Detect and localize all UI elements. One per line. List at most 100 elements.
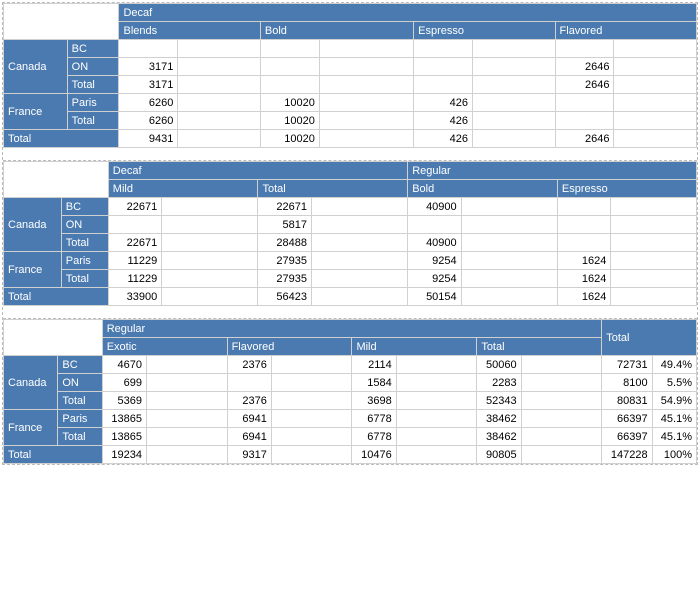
- row-on: ON: [67, 58, 119, 76]
- col-regular: Regular: [408, 162, 697, 180]
- cell: 1624: [557, 270, 610, 288]
- row-grand-total: Total: [4, 288, 109, 306]
- cell: 3698: [352, 392, 396, 410]
- row-total: Total: [67, 76, 119, 94]
- cell: 2114: [352, 356, 396, 374]
- col-flavored: Flavored: [227, 338, 352, 356]
- cell: [557, 216, 610, 234]
- cell: 52343: [477, 392, 521, 410]
- row-on: ON: [58, 374, 102, 392]
- cell: 10020: [260, 94, 319, 112]
- cell: 2646: [555, 130, 614, 148]
- cell: 6260: [119, 112, 178, 130]
- row-france: France: [4, 252, 62, 288]
- col-mild: Mild: [108, 180, 258, 198]
- row-canada: Canada: [4, 198, 62, 252]
- cell: 19234: [102, 446, 146, 464]
- cell: 90805: [477, 446, 521, 464]
- cell: 38462: [477, 410, 521, 428]
- cell: 1624: [557, 252, 610, 270]
- cell: [119, 40, 178, 58]
- cell: [408, 216, 461, 234]
- col-mild: Mild: [352, 338, 477, 356]
- cell: 72731: [602, 356, 652, 374]
- crosstab-2: Decaf Regular Mild Total Bold Espresso C…: [3, 161, 697, 306]
- cell: [555, 40, 614, 58]
- cell: [414, 76, 473, 94]
- cell: [555, 94, 614, 112]
- cell: [108, 216, 161, 234]
- cell: 45.1%: [652, 428, 696, 446]
- cell: 4670: [102, 356, 146, 374]
- cell: 8100: [602, 374, 652, 392]
- row-paris: Paris: [61, 252, 108, 270]
- col-decaf: Decaf: [119, 4, 697, 22]
- cell: [414, 58, 473, 76]
- cell: [260, 76, 319, 94]
- cell: 3171: [119, 58, 178, 76]
- col-espresso: Espresso: [414, 22, 555, 40]
- col-flavored: Flavored: [555, 22, 696, 40]
- row-canada: Canada: [4, 40, 68, 94]
- cell: 11229: [108, 252, 161, 270]
- cell: 6941: [227, 410, 271, 428]
- cell: 66397: [602, 410, 652, 428]
- cell: 28488: [258, 234, 311, 252]
- row-total: Total: [58, 428, 102, 446]
- cell: [260, 58, 319, 76]
- col-total: Total: [477, 338, 602, 356]
- row-bc: BC: [67, 40, 119, 58]
- cell: 3171: [119, 76, 178, 94]
- row-paris: Paris: [67, 94, 119, 112]
- cell: [260, 40, 319, 58]
- row-paris: Paris: [58, 410, 102, 428]
- row-total: Total: [67, 112, 119, 130]
- cell: 5369: [102, 392, 146, 410]
- cell: 5.5%: [652, 374, 696, 392]
- crosstab-1: Decaf Blends Bold Espresso Flavored Cana…: [3, 3, 697, 148]
- cell: [557, 198, 610, 216]
- row-on: ON: [61, 216, 108, 234]
- cell: 50154: [408, 288, 461, 306]
- cell: 49.4%: [652, 356, 696, 374]
- cell: 2646: [555, 58, 614, 76]
- cell: 426: [414, 112, 473, 130]
- col-espresso: Espresso: [557, 180, 696, 198]
- col-total: Total: [602, 320, 697, 356]
- cell: 22671: [108, 198, 161, 216]
- cell: 66397: [602, 428, 652, 446]
- cell: 6778: [352, 410, 396, 428]
- col-decaf: Decaf: [108, 162, 407, 180]
- cell: 45.1%: [652, 410, 696, 428]
- cell: 33900: [108, 288, 161, 306]
- cell: 9254: [408, 252, 461, 270]
- cell: 6260: [119, 94, 178, 112]
- col-regular: Regular: [102, 320, 602, 338]
- cell: 9431: [119, 130, 178, 148]
- col-total: Total: [258, 180, 408, 198]
- row-total: Total: [61, 270, 108, 288]
- cell: 80831: [602, 392, 652, 410]
- row-france: France: [4, 410, 58, 446]
- row-bc: BC: [58, 356, 102, 374]
- cell: 2376: [227, 356, 271, 374]
- cell: 9317: [227, 446, 271, 464]
- row-canada: Canada: [4, 356, 58, 410]
- col-bold: Bold: [408, 180, 558, 198]
- cell: 50060: [477, 356, 521, 374]
- col-bold: Bold: [260, 22, 413, 40]
- cell: 10020: [260, 112, 319, 130]
- cell: [414, 40, 473, 58]
- cell: 38462: [477, 428, 521, 446]
- col-blends: Blends: [119, 22, 260, 40]
- cell: 22671: [258, 198, 311, 216]
- row-bc: BC: [61, 198, 108, 216]
- cell: 1584: [352, 374, 396, 392]
- cell: 56423: [258, 288, 311, 306]
- row-grand-total: Total: [4, 446, 103, 464]
- cell: 100%: [652, 446, 696, 464]
- cell: 1624: [557, 288, 610, 306]
- cell: 40900: [408, 198, 461, 216]
- cell: 11229: [108, 270, 161, 288]
- cell: 6778: [352, 428, 396, 446]
